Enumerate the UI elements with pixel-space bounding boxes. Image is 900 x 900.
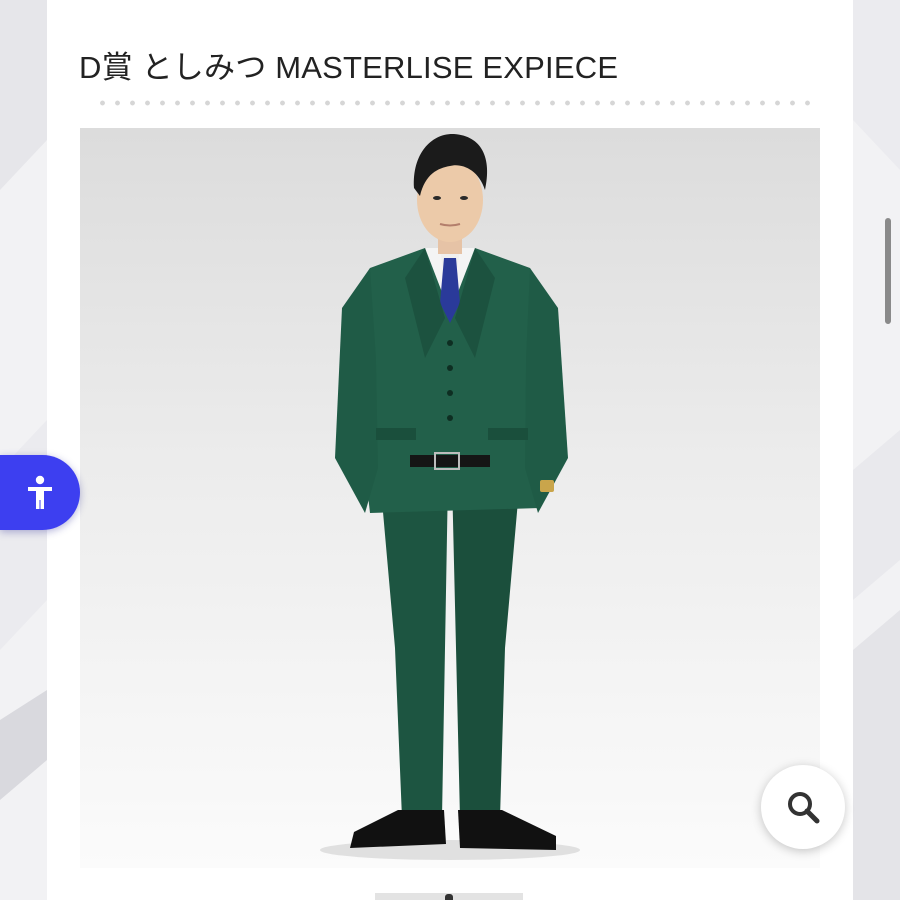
scrollbar-thumb[interactable]: [885, 218, 891, 324]
thumbnail-preview[interactable]: [375, 893, 523, 900]
search-icon: [788, 792, 820, 824]
thumbnail-figure-top: [445, 894, 453, 900]
product-image[interactable]: [80, 128, 820, 868]
product-card: D賞 としみつ MASTERLISE EXPIECE: [47, 0, 853, 900]
figure-illustration: [320, 133, 580, 860]
accessibility-icon: [28, 475, 52, 509]
zoom-button[interactable]: [761, 765, 845, 849]
dotted-divider: [95, 100, 813, 106]
accessibility-button[interactable]: [0, 455, 80, 530]
product-title: D賞 としみつ MASTERLISE EXPIECE: [79, 50, 619, 85]
